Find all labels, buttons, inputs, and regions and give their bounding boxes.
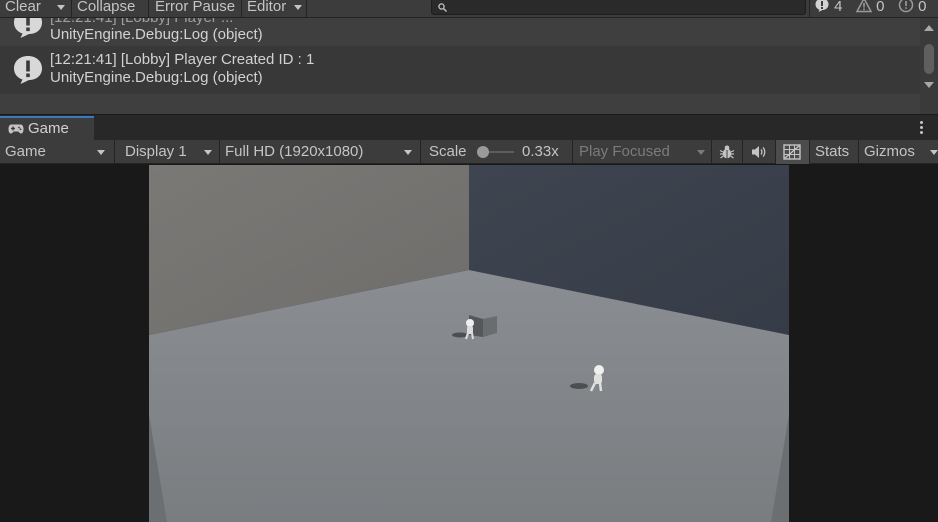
- mute-audio-toggle[interactable]: [743, 140, 775, 164]
- console-scrollbar[interactable]: [920, 18, 938, 114]
- editor-dropdown[interactable]: Editor: [242, 0, 306, 17]
- log-count: 4: [834, 0, 843, 15]
- kebab-icon[interactable]: [920, 121, 924, 135]
- chevron-down-icon: [930, 150, 938, 155]
- gizmos-dropdown[interactable]: Gizmos: [859, 140, 938, 164]
- chevron-down-icon: [204, 150, 212, 155]
- game-view[interactable]: [0, 165, 938, 522]
- chevron-down-icon: [404, 150, 412, 155]
- log-entry-stack: UnityEngine.Debug:Log (object): [50, 26, 263, 43]
- display-label: Display 1: [125, 143, 187, 160]
- log-entry-message: [12:21:41] [Lobby] Player Created ID : 1: [50, 51, 315, 68]
- clear-options-dropdown[interactable]: [52, 0, 70, 17]
- collapse-button[interactable]: Collapse: [72, 0, 140, 17]
- info-icon: [815, 0, 829, 12]
- game-render-viewport[interactable]: [149, 165, 789, 522]
- clear-button[interactable]: Clear: [0, 0, 46, 17]
- scale-slider-handle[interactable]: [477, 146, 489, 158]
- warning-icon: [856, 0, 872, 13]
- display-dropdown[interactable]: Display 1: [115, 140, 219, 164]
- scale-label: Scale: [429, 143, 467, 160]
- error-filter-toggle[interactable]: 0: [898, 0, 927, 17]
- gizmos-grid-toggle[interactable]: [776, 140, 809, 164]
- scale-slider[interactable]: [476, 140, 516, 164]
- scroll-down-arrow-icon[interactable]: [924, 82, 934, 88]
- warning-count: 0: [876, 0, 885, 15]
- chevron-down-icon: [57, 5, 65, 10]
- stats-button[interactable]: Stats: [810, 140, 849, 164]
- log-entry[interactable]: [12:21:41] [Lobby] Player Created ID : 1…: [0, 46, 920, 94]
- editor-label: Editor: [247, 0, 287, 15]
- game-tab-bar: Game: [0, 114, 938, 141]
- view-mode-label: Game: [5, 143, 46, 160]
- search-input[interactable]: [431, 0, 806, 15]
- bug-icon: [719, 145, 735, 159]
- console-toolbar: Clear Collapse Error Pause Editor 4 0 0: [0, 0, 938, 18]
- scroll-up-arrow-icon[interactable]: [924, 25, 934, 31]
- log-entry: [0, 94, 920, 114]
- game-toolbar: Game Display 1 Full HD (1920x1080) Scale…: [0, 140, 938, 164]
- scale-value: 0.33x: [522, 143, 559, 160]
- speaker-icon: [752, 146, 766, 158]
- info-icon: [14, 56, 42, 84]
- log-entry-stack: UnityEngine.Debug:Log (object): [50, 69, 263, 86]
- play-mode-label: Play Focused: [579, 143, 670, 160]
- view-mode-dropdown[interactable]: Game: [0, 140, 114, 164]
- log-filter-toggle[interactable]: 4: [814, 0, 843, 17]
- error-count: 0: [918, 0, 927, 15]
- console-log-list: [12:21:41] [Lobby] Player ... UnityEngin…: [0, 18, 938, 114]
- gizmos-label: Gizmos: [864, 143, 915, 160]
- log-entry[interactable]: [12:21:41] [Lobby] Player ... UnityEngin…: [0, 18, 920, 46]
- info-icon: [14, 18, 42, 38]
- play-mode-dropdown[interactable]: Play Focused: [573, 140, 711, 164]
- search-icon: [438, 3, 447, 12]
- error-icon: [898, 0, 914, 13]
- resolution-dropdown[interactable]: Full HD (1920x1080): [220, 140, 420, 164]
- gamepad-icon: [8, 124, 24, 134]
- warning-filter-toggle[interactable]: 0: [856, 0, 885, 17]
- tab-game-label: Game: [28, 120, 69, 137]
- resolution-label: Full HD (1920x1080): [225, 143, 364, 160]
- grid-icon: [783, 144, 801, 160]
- chevron-down-icon: [97, 150, 105, 155]
- tab-game[interactable]: Game: [0, 116, 94, 141]
- scroll-thumb[interactable]: [924, 44, 934, 74]
- chevron-down-icon: [294, 5, 302, 10]
- chevron-down-icon: [697, 150, 705, 155]
- error-pause-button[interactable]: Error Pause: [150, 0, 240, 17]
- debug-toggle[interactable]: [712, 140, 742, 164]
